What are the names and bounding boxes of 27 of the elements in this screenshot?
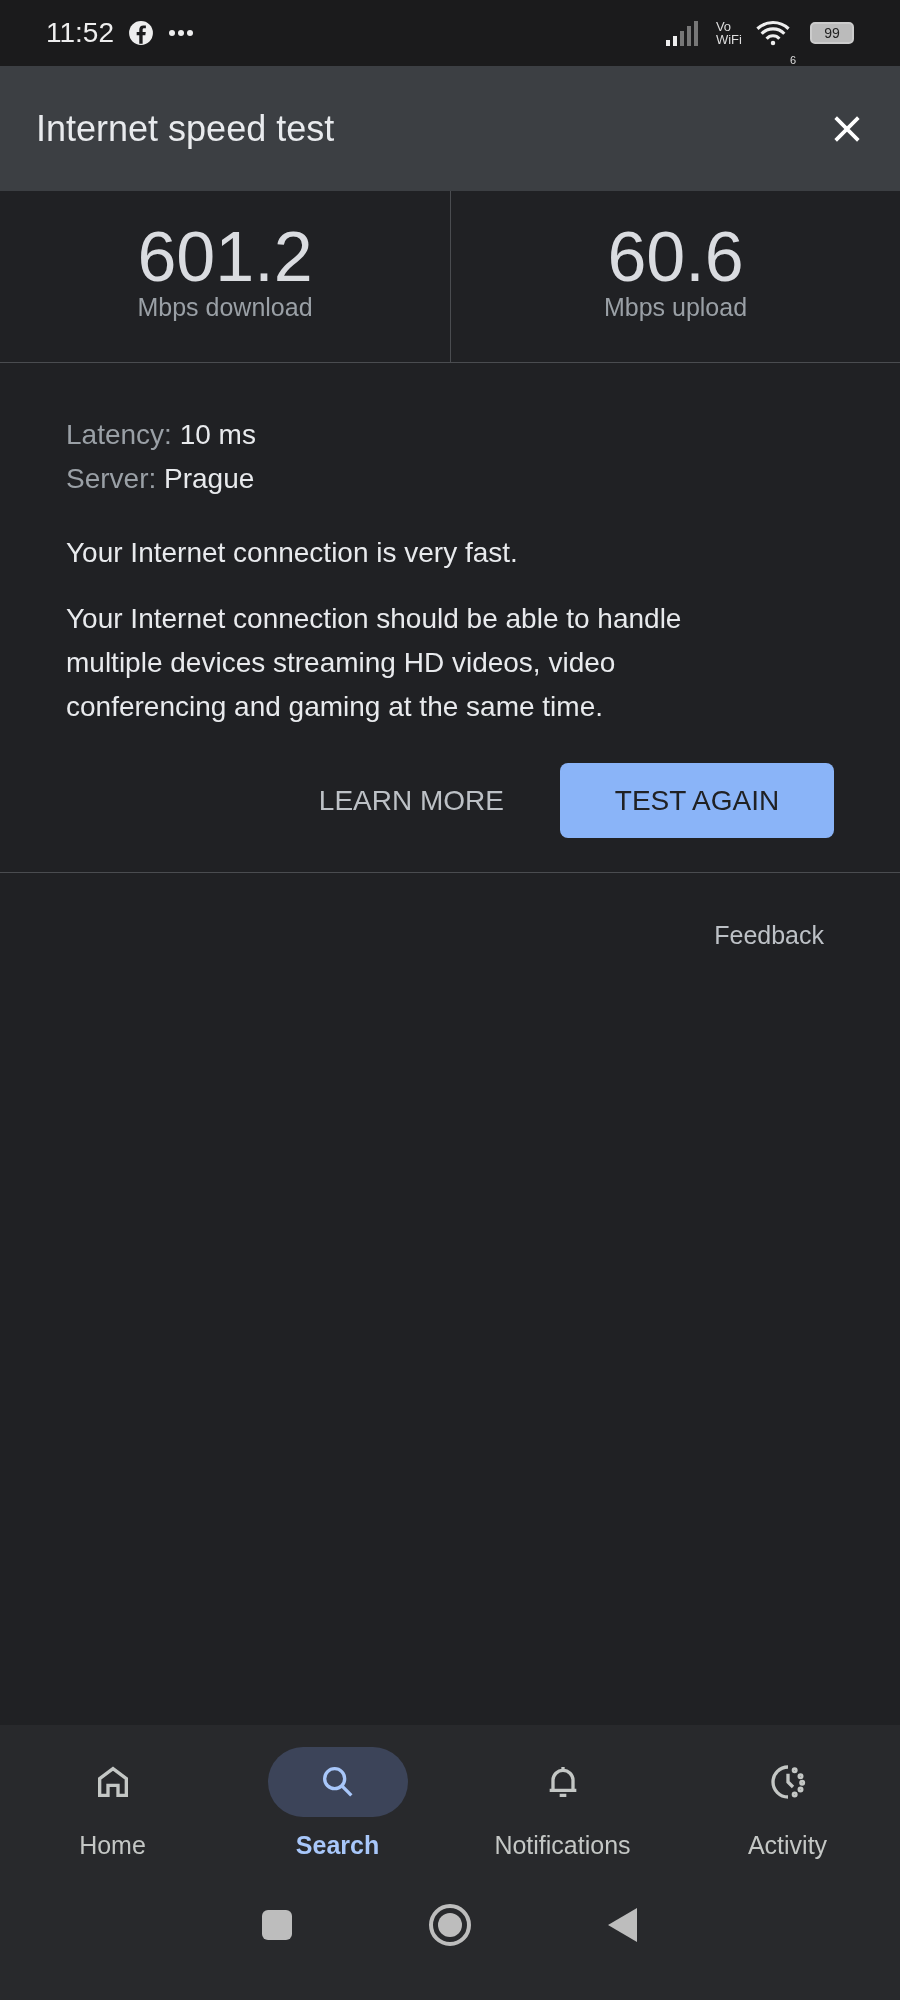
test-again-button[interactable]: TEST AGAIN	[560, 763, 834, 838]
detail-text: Server: Prague	[66, 462, 256, 496]
wifi-icon	[755, 20, 790, 46]
speed-value: 60.6	[607, 221, 744, 293]
more-icon	[168, 29, 194, 37]
vowifi-label: Vo	[715, 20, 733, 33]
nav-label[interactable]: Notifications	[494, 1831, 631, 1860]
dialog-title: Internet speed test	[36, 107, 336, 150]
learn-more-button[interactable]: LEARN MORE	[318, 763, 504, 838]
recents-icon[interactable]	[261, 1909, 293, 1941]
battery-icon: 99	[810, 22, 854, 44]
speed-value: 601.2	[137, 221, 313, 293]
nav-label[interactable]: Search	[295, 1831, 380, 1860]
status-time: 11:52	[46, 17, 114, 49]
nav-label[interactable]: Home	[79, 1831, 146, 1860]
speed-unit: Mbps upload	[603, 293, 748, 322]
home-button-icon[interactable]	[428, 1903, 472, 1947]
description-text: Your Internet connection should be able to handle multiple devices streaming HD videos, video conferencing and gaming at the same time.	[66, 602, 683, 724]
detail-text: Latency: 10 ms	[66, 418, 257, 452]
summary-text: Your Internet connection is very fast.	[66, 536, 519, 570]
facebook-icon	[128, 20, 154, 46]
nav-label[interactable]: Activity	[747, 1831, 828, 1860]
back-icon[interactable]	[607, 1907, 639, 1943]
speed-unit: Mbps download	[137, 293, 313, 322]
wifi-band-label: 6	[789, 54, 796, 66]
feedback-link[interactable]: Feedback	[714, 921, 824, 950]
vowifi-label: WiFi	[715, 33, 742, 46]
